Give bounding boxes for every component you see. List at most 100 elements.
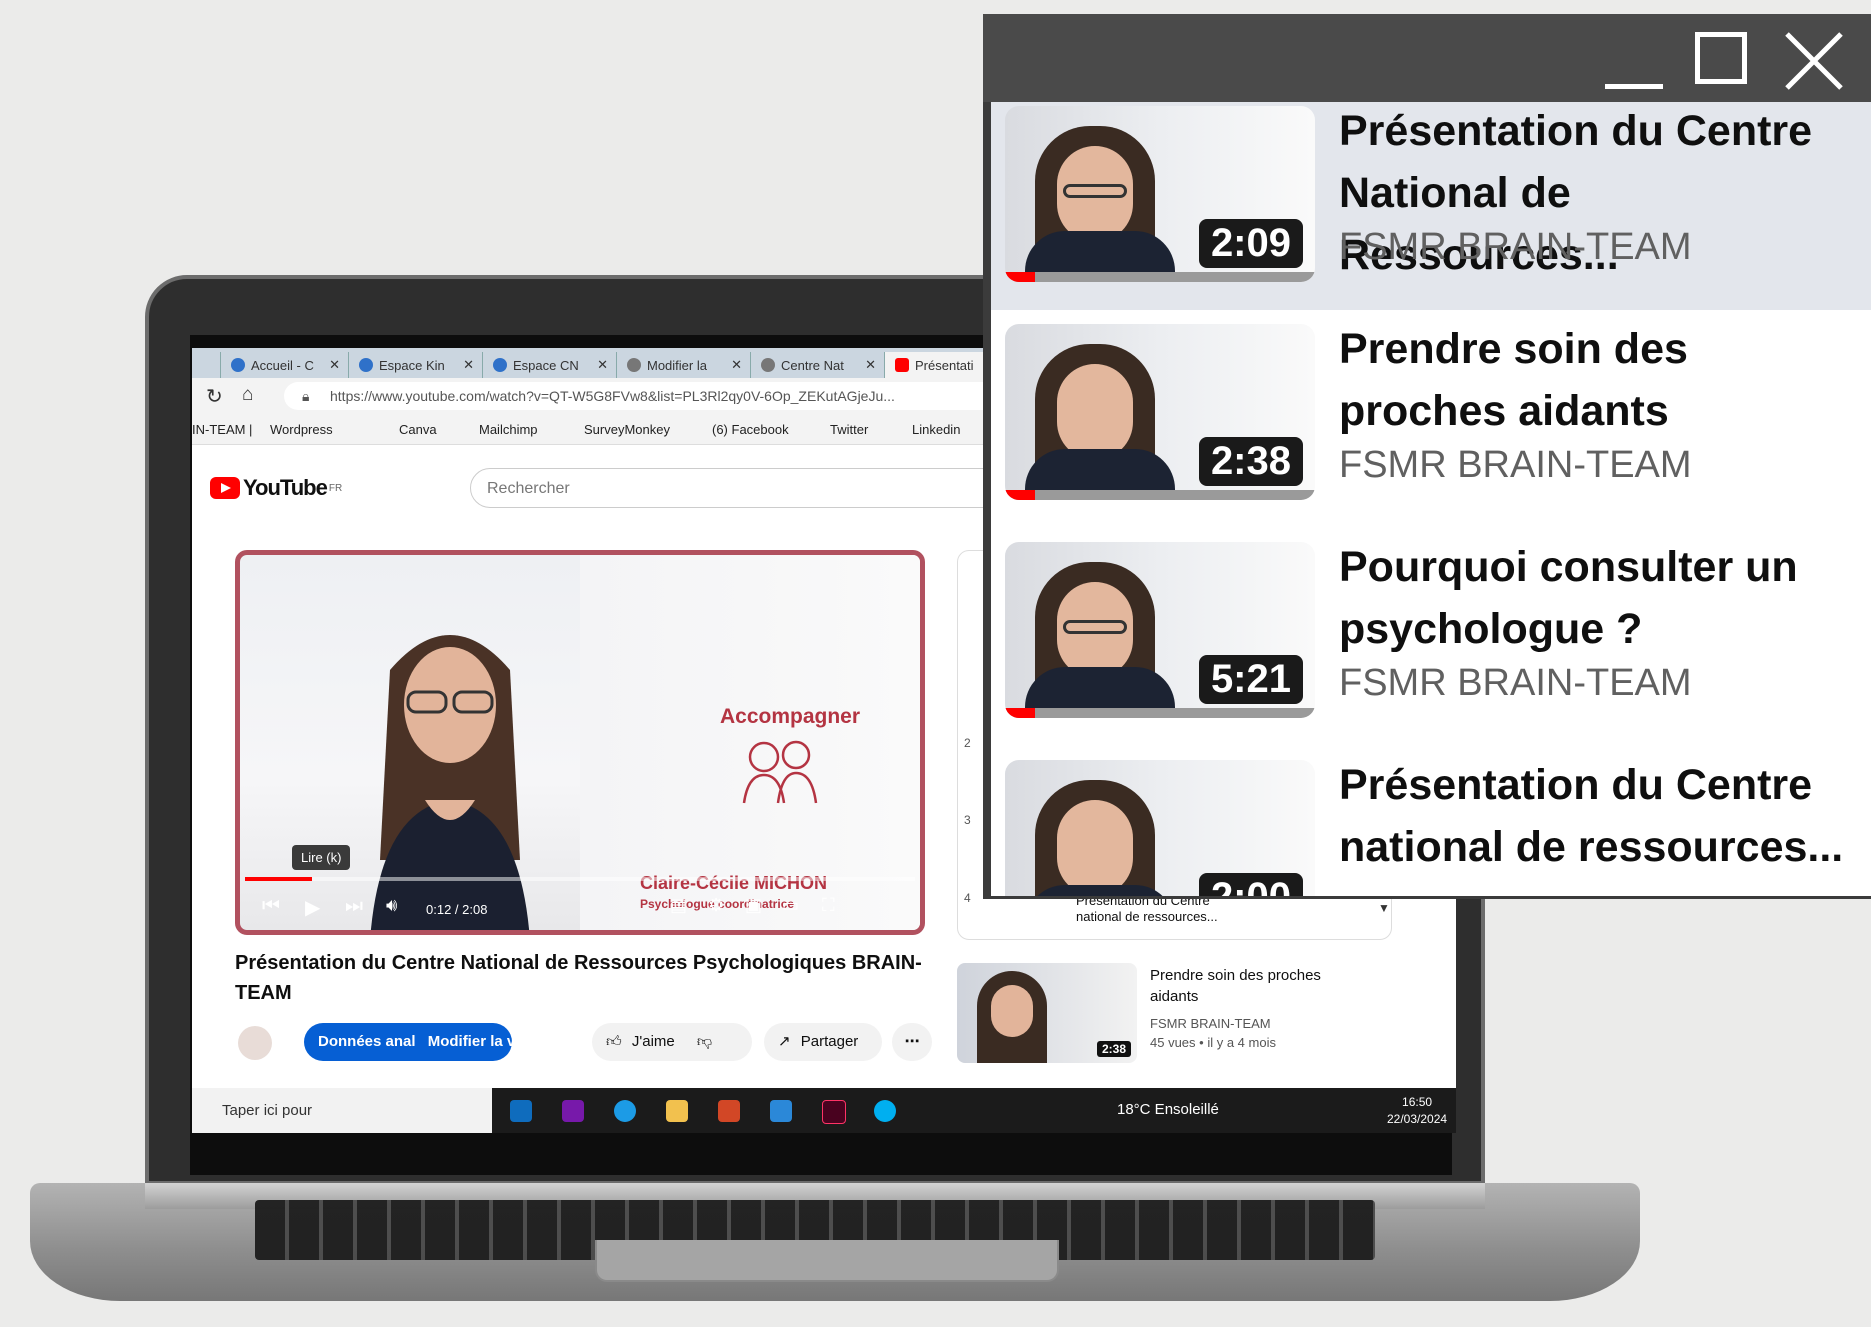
outlook-icon[interactable]: [510, 1100, 532, 1122]
share-button[interactable]: ↗ Partager: [764, 1023, 882, 1061]
window-titlebar: [983, 14, 1871, 102]
skype-icon[interactable]: [874, 1100, 896, 1122]
close-icon[interactable]: ✕: [865, 357, 876, 373]
play-icon[interactable]: ▶: [305, 895, 320, 920]
desktop-app-icon[interactable]: [770, 1100, 792, 1122]
video-list-item[interactable]: 5:21 Pourquoi consulter un psychologue ?…: [991, 528, 1871, 746]
video-duration: 2:00: [1198, 873, 1303, 896]
like-icon[interactable]: 👍︎: [606, 1033, 622, 1050]
youtube-icon: [895, 358, 909, 372]
progress-fill: [245, 877, 312, 881]
bookmark-wordpress[interactable]: Wordpress: [270, 422, 333, 437]
weather-widget[interactable]: 18°C Ensoleillé: [1117, 1101, 1219, 1118]
bookmark-facebook[interactable]: (6) Facebook: [712, 422, 789, 437]
browser-tab[interactable]: Accueil - C ✕: [220, 352, 348, 378]
video-list-item[interactable]: 2:00 Présentation du Centre national de …: [991, 746, 1871, 896]
video-thumbnail: 2:38: [1005, 324, 1315, 500]
video-title: Présentation du Centre national de resso…: [1339, 761, 1844, 871]
volume-icon[interactable]: 🔊︎: [386, 895, 397, 916]
recommended-title[interactable]: Prendre soin des proches aidants: [1150, 965, 1370, 1007]
youtube-play-icon: [210, 477, 240, 499]
video-duration: 5:21: [1198, 655, 1303, 704]
analytics-button[interactable]: Données anal: [318, 1033, 416, 1050]
thumbnail-face: [991, 985, 1033, 1037]
windows-taskbar: Taper ici pour 18°C Ensoleillé 16:50 22/…: [192, 1088, 1456, 1133]
powerpoint-icon[interactable]: [718, 1100, 740, 1122]
thumbnail-glasses: [1063, 184, 1127, 198]
edge-icon[interactable]: [614, 1100, 636, 1122]
close-icon[interactable]: ✕: [463, 357, 474, 373]
reload-icon[interactable]: ↻: [206, 384, 223, 409]
video-time: 0:12 / 2:08: [426, 902, 488, 917]
browser-tab[interactable]: Espace Kin ✕: [348, 352, 482, 378]
bookmark[interactable]: IN-TEAM |: [192, 422, 252, 437]
caregiver-icon: [742, 740, 818, 804]
video-progress-bar[interactable]: [245, 877, 915, 881]
recommended-channel: FSMR BRAIN-TEAM: [1150, 1016, 1271, 1031]
recommended-meta: FSMR BRAIN-TEAM 45 vues • il y a 4 mois: [1150, 1016, 1276, 1050]
minimize-icon[interactable]: [1605, 84, 1663, 89]
playlist-index: 3: [964, 813, 971, 827]
indesign-icon[interactable]: [822, 1100, 846, 1124]
dislike-icon[interactable]: 👎︎: [697, 1033, 712, 1050]
channel-name: FSMR BRAIN-TEAM: [1339, 226, 1692, 268]
file-explorer-icon[interactable]: [666, 1100, 688, 1122]
clock-time: 16:50: [1402, 1095, 1433, 1109]
bookmark-mailchimp[interactable]: Mailchimp: [479, 422, 538, 437]
video-list-item[interactable]: 2:09 Présentation du Centre National de …: [991, 102, 1871, 310]
chevron-down-icon[interactable]: ▼: [1378, 901, 1390, 915]
video-list: 2:09 Présentation du Centre National de …: [991, 102, 1871, 896]
search-input[interactable]: Rechercher: [470, 468, 1030, 508]
wordpress-icon: [627, 358, 641, 372]
canva-icon: [359, 358, 373, 372]
thumbnail-glasses: [1063, 620, 1127, 634]
video-duration: 2:38: [1198, 437, 1303, 486]
zoomed-window: 2:09 Présentation du Centre National de …: [983, 14, 1871, 899]
like-button[interactable]: J'aime: [632, 1033, 675, 1050]
taskbar-clock[interactable]: 16:50 22/03/2024: [1387, 1094, 1447, 1128]
bookmark-surveymonkey[interactable]: SurveyMonkey: [584, 422, 670, 437]
close-icon[interactable]: ✕: [597, 357, 608, 373]
more-actions-icon[interactable]: ⋯: [892, 1023, 932, 1061]
close-icon[interactable]: ✕: [731, 357, 742, 373]
fullscreen-icon[interactable]: ⛶: [822, 895, 835, 916]
bookmark-canva[interactable]: Canva: [399, 422, 437, 437]
youtube-logo[interactable]: YouTube FR: [210, 475, 342, 500]
theater-icon[interactable]: ▭: [782, 895, 799, 916]
close-icon[interactable]: [1783, 30, 1845, 92]
maximize-icon[interactable]: [1695, 32, 1747, 84]
browser-tab[interactable]: Espace CN ✕: [482, 352, 616, 378]
wordpress-icon: [761, 358, 775, 372]
like-dislike-group: 👍︎ J'aime 👎︎: [592, 1023, 752, 1061]
slide-label: Accompagner: [720, 705, 861, 728]
previous-icon[interactable]: ⏮: [262, 895, 280, 918]
browser-tab[interactable]: Centre Nat ✕: [750, 352, 884, 378]
video-player[interactable]: Accompagner Claire-Cécile MICHON Psychol…: [235, 550, 925, 935]
browser-tab[interactable]: Modifier la ✕: [616, 352, 750, 378]
video-thumbnail: 2:09: [1005, 106, 1315, 282]
home-icon[interactable]: ⌂: [242, 384, 253, 406]
watched-fill: [1005, 272, 1035, 282]
video-thumbnail: 5:21: [1005, 542, 1315, 718]
bookmark-linkedin[interactable]: Linkedin: [912, 422, 960, 437]
miniplayer-icon[interactable]: ▣: [745, 895, 762, 916]
bookmark-twitter[interactable]: Twitter: [830, 422, 868, 437]
settings-icon[interactable]: ⚙: [708, 895, 724, 916]
close-icon[interactable]: ✕: [329, 357, 340, 373]
channel-avatar[interactable]: [238, 1026, 272, 1060]
taskbar-search[interactable]: Taper ici pour: [192, 1088, 492, 1133]
laptop-trackpad: [595, 1240, 1059, 1282]
recommended-thumbnail[interactable]: 2:38: [957, 963, 1137, 1063]
recommended-views: 45 vues: [1150, 1035, 1196, 1050]
video-thumbnail: 2:00: [1005, 760, 1315, 896]
thumbnail-face: [1057, 364, 1133, 460]
edit-video-button[interactable]: Modifier la vidéo: [428, 1033, 546, 1050]
watched-progress: [1005, 490, 1315, 500]
subtitles-icon[interactable]: ▤: [670, 895, 687, 916]
video-title: Prendre soin des proches aidants: [1339, 325, 1688, 435]
next-icon[interactable]: ⏭: [345, 895, 363, 918]
video-list-item[interactable]: 2:38 Prendre soin des proches aidants FS…: [991, 310, 1871, 528]
canva-icon: [493, 358, 507, 372]
share-icon: ↗: [778, 1033, 791, 1050]
onenote-icon[interactable]: [562, 1100, 584, 1122]
